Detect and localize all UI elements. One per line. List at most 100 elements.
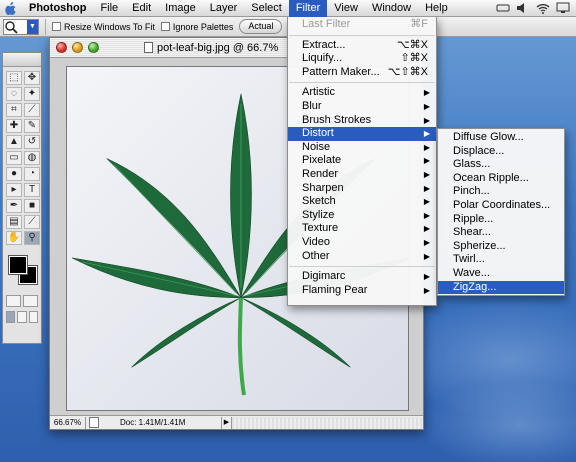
- menu-item-sharpen[interactable]: Sharpen ▶: [288, 182, 436, 196]
- ignore-palettes-checkbox[interactable]: Ignore Palettes: [160, 21, 234, 32]
- menu-item-brush-strokes[interactable]: Brush Strokes ▶: [288, 114, 436, 128]
- menu-item-flaming-pear[interactable]: Flaming Pear ▶: [288, 284, 436, 298]
- paint-bucket-tool-icon[interactable]: ◍: [24, 151, 40, 165]
- document-info-icon[interactable]: [89, 417, 99, 428]
- dodge-tool-icon[interactable]: ◔: [24, 167, 40, 181]
- submenu-item-ocean-ripple[interactable]: Ocean Ripple...: [438, 172, 564, 186]
- submenu-item-twirl[interactable]: Twirl...: [438, 253, 564, 267]
- wifi-icon[interactable]: [536, 2, 550, 14]
- notes-tool-icon[interactable]: ▤: [6, 215, 22, 229]
- submenu-item-displace[interactable]: Displace...: [438, 145, 564, 159]
- menu-item-texture[interactable]: Texture ▶: [288, 222, 436, 236]
- color-swatches: [6, 253, 38, 289]
- menu-item-label: Liquify...: [302, 52, 343, 65]
- menu-item-pattern-maker[interactable]: Pattern Maker... ⌥⇧⌘X: [288, 66, 436, 80]
- hand-tool-icon[interactable]: ✋: [6, 231, 22, 245]
- submenu-arrow-icon: ▶: [423, 129, 430, 139]
- menu-item-sketch[interactable]: Sketch ▶: [288, 195, 436, 209]
- zoom-tool-icon[interactable]: ⚲: [24, 231, 40, 245]
- menu-select[interactable]: Select: [244, 0, 289, 17]
- menu-item-blur[interactable]: Blur ▶: [288, 100, 436, 114]
- eyedropper-tool-icon[interactable]: ⟋: [24, 215, 40, 229]
- menu-item-label: Other: [302, 249, 330, 262]
- menu-item-label: Render: [302, 167, 339, 180]
- display-icon[interactable]: [556, 2, 570, 14]
- lasso-tool-icon[interactable]: ◌: [6, 87, 22, 101]
- eraser-tool-icon[interactable]: ▭: [6, 151, 22, 165]
- type-tool-icon[interactable]: T: [24, 183, 40, 197]
- menu-item-pixelate[interactable]: Pixelate ▶: [288, 154, 436, 168]
- menu-filter[interactable]: Filter: [288, 0, 328, 17]
- magic-wand-tool-icon[interactable]: ✦: [24, 87, 40, 101]
- toolbox-header[interactable]: [3, 53, 41, 67]
- menu-help[interactable]: Help: [418, 0, 455, 17]
- zoom-tool-icon: [5, 20, 18, 34]
- minimize-window-button[interactable]: [72, 42, 83, 53]
- menu-item-extract[interactable]: Extract... ⌥⌘X: [288, 39, 436, 53]
- menu-image[interactable]: Image: [158, 0, 203, 17]
- slice-tool-icon[interactable]: ⟋: [24, 103, 40, 117]
- menu-item-video[interactable]: Video ▶: [288, 236, 436, 250]
- bluetooth-icon[interactable]: [496, 2, 510, 14]
- menu-view[interactable]: View: [327, 0, 365, 17]
- volume-icon[interactable]: [516, 2, 530, 14]
- submenu-item-pinch[interactable]: Pinch...: [438, 185, 564, 199]
- submenu-item-diffuse-glow[interactable]: Diffuse Glow...: [438, 131, 564, 145]
- foreground-color-swatch[interactable]: [8, 255, 28, 275]
- status-menu-arrow-icon[interactable]: ▶: [222, 416, 232, 429]
- menu-item-noise[interactable]: Noise ▶: [288, 141, 436, 155]
- brush-tool-icon[interactable]: ✎: [24, 119, 40, 133]
- apple-menu-icon[interactable]: [0, 0, 22, 17]
- menu-item-stylize[interactable]: Stylize ▶: [288, 209, 436, 223]
- menu-app-photoshop[interactable]: Photoshop: [22, 0, 93, 17]
- menu-item-render[interactable]: Render ▶: [288, 168, 436, 182]
- move-tool-icon[interactable]: ✥: [24, 71, 40, 85]
- menu-item-shortcut: ⌘F: [410, 18, 428, 30]
- resize-windows-checkbox[interactable]: Resize Windows To Fit: [52, 22, 155, 32]
- tool-preset-picker[interactable]: ▼: [3, 18, 39, 35]
- healing-brush-tool-icon[interactable]: ✚: [6, 119, 22, 133]
- menu-item-liquify[interactable]: Liquify... ⇧⌘X: [288, 52, 436, 66]
- checkbox-box: [52, 22, 61, 31]
- submenu-item-wave[interactable]: Wave...: [438, 267, 564, 281]
- standard-mode-icon[interactable]: [6, 295, 21, 307]
- menu-window[interactable]: Window: [365, 0, 418, 17]
- pen-tool-icon[interactable]: ✒: [6, 199, 22, 213]
- marquee-tool-icon[interactable]: ⬚: [6, 71, 22, 85]
- menu-item-distort[interactable]: Distort ▶: [288, 127, 436, 141]
- submenu-item-ripple[interactable]: Ripple...: [438, 213, 564, 227]
- blur-tool-icon[interactable]: ●: [6, 167, 22, 181]
- actual-pixels-button[interactable]: Actual: [239, 19, 283, 34]
- screen-mode-full-icon[interactable]: [28, 311, 38, 323]
- close-window-button[interactable]: [56, 42, 67, 53]
- menu-item-artistic[interactable]: Artistic ▶: [288, 86, 436, 100]
- menu-item-label: Noise: [302, 140, 331, 153]
- history-brush-tool-icon[interactable]: ↺: [24, 135, 40, 149]
- screen-mode-standard-icon[interactable]: [6, 311, 16, 323]
- submenu-item-glass[interactable]: Glass...: [438, 158, 564, 172]
- quick-mask-mode-icon[interactable]: [23, 295, 38, 307]
- clone-stamp-tool-icon[interactable]: ▲: [6, 135, 22, 149]
- menu-item-other[interactable]: Other ▶: [288, 250, 436, 264]
- submenu-item-shear[interactable]: Shear...: [438, 226, 564, 240]
- submenu-item-zigzag[interactable]: ZigZag...: [438, 280, 564, 295]
- document-title-text: pot-leaf-big.jpg @ 66.7%: [157, 41, 279, 54]
- menu-edit[interactable]: Edit: [125, 0, 158, 17]
- submenu-item-polar-coordinates[interactable]: Polar Coordinates...: [438, 199, 564, 213]
- menu-item-digimarc[interactable]: Digimarc ▶: [288, 270, 436, 284]
- crop-tool-icon[interactable]: ⌗: [6, 103, 22, 117]
- horizontal-scrollbar[interactable]: [232, 416, 423, 429]
- zoom-window-button[interactable]: [88, 42, 99, 53]
- path-select-tool-icon[interactable]: ▸: [6, 183, 22, 197]
- menu-file[interactable]: File: [93, 0, 125, 17]
- shape-tool-icon[interactable]: ■: [24, 199, 40, 213]
- tool-grid: ⬚ ✥ ◌ ✦ ⌗ ⟋ ✚ ✎ ▲ ↺ ▭ ◍ ● ◔ ▸ T ✒ ■ ▤ ⟋ …: [3, 67, 41, 249]
- ignore-palettes-label: Ignore Palettes: [172, 21, 234, 32]
- submenu-arrow-icon: ▶: [423, 237, 430, 247]
- resize-windows-label: Resize Windows To Fit: [64, 21, 155, 32]
- zoom-level-field[interactable]: 66.67%: [50, 416, 86, 429]
- menu-layer[interactable]: Layer: [203, 0, 245, 17]
- distort-submenu: Diffuse Glow... Displace... Glass... Oce…: [437, 128, 565, 296]
- screen-mode-full-menu-icon[interactable]: [17, 311, 27, 323]
- submenu-item-spherize[interactable]: Spherize...: [438, 240, 564, 254]
